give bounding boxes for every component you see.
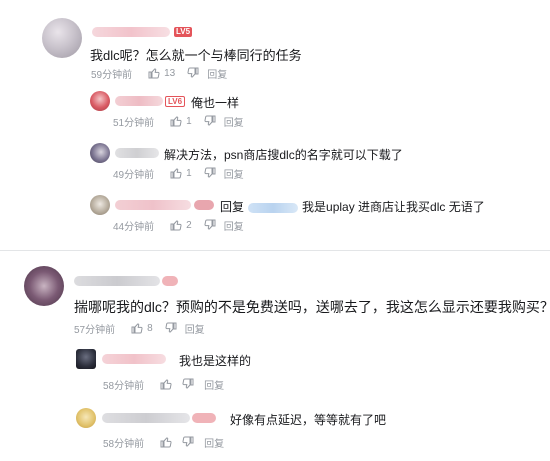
thumb-down-icon[interactable] (204, 167, 216, 179)
reply-text: 回复 我是uplay 进商店让我买dlc 无语了 (220, 198, 485, 215)
like-count: 8 (147, 322, 153, 334)
avatar[interactable] (76, 349, 96, 369)
thumb-down-icon[interactable] (204, 115, 216, 127)
reply-button[interactable]: 回复 (224, 218, 244, 233)
reply-content: 我是uplay 进商店让我买dlc 无语了 (302, 200, 485, 214)
avatar[interactable] (42, 18, 82, 58)
reply-text: 解决方法，psn商店搜dlc的名字就可以下载了 (164, 148, 403, 162)
like-count: 1 (186, 115, 192, 127)
reply-button[interactable]: 回复 (224, 166, 244, 181)
avatar[interactable] (76, 408, 96, 428)
like-count: 2 (186, 219, 192, 231)
comment-meta: 57分钟前 8 回复 (74, 321, 205, 336)
username-blurred[interactable] (102, 354, 166, 364)
thumb-up-icon[interactable] (170, 167, 182, 179)
reply-meta: 49分钟前 1 回复 (113, 166, 244, 181)
thumb-up-icon[interactable] (160, 436, 172, 448)
reply-text: 俺也一样 (191, 96, 240, 110)
comment-meta: 59分钟前 13 回复 (91, 66, 227, 81)
username-blurred[interactable] (115, 148, 159, 158)
username-blurred[interactable] (92, 27, 170, 37)
reply-time: 58分钟前 (103, 438, 145, 450)
username-blurred[interactable] (115, 200, 191, 210)
reply-text: 我也是这样的 (179, 354, 252, 368)
comment-time: 59分钟前 (91, 69, 133, 81)
like-count: 13 (164, 67, 176, 79)
reply-meta: 51分钟前 1 回复 (113, 114, 244, 129)
reply-meta: 44分钟前 2 回复 (113, 218, 244, 233)
thumb-up-icon[interactable] (148, 67, 160, 79)
like-count: 1 (186, 167, 192, 179)
reply-button[interactable]: 回复 (204, 435, 224, 450)
level-badge: LV5 (174, 27, 193, 37)
thumb-down-icon[interactable] (204, 219, 216, 231)
reply-button[interactable]: 回复 (185, 321, 205, 336)
reply-meta: 58分钟前 回复 (103, 377, 224, 392)
badge-blurred (192, 413, 216, 423)
comment-time: 57分钟前 (74, 324, 116, 336)
comment-text: 我dlc呢？怎么就一个与棒同行的任务 (90, 48, 302, 63)
reply-button[interactable]: 回复 (207, 66, 227, 81)
thumb-up-icon[interactable] (131, 322, 143, 334)
thumb-up-icon[interactable] (170, 115, 182, 127)
comment-section: LV5 我dlc呢？怎么就一个与棒同行的任务 59分钟前 13 回复 LV6 俺… (0, 0, 550, 461)
reply-prefix: 回复 (220, 200, 245, 214)
comment-text: 揣哪呢我的dlc？预购的不是免费送吗，送哪去了，我这怎么显示还要我购买？ (74, 299, 550, 315)
thumb-down-icon[interactable] (182, 436, 194, 448)
username-blurred[interactable] (102, 413, 190, 423)
reply-meta: 58分钟前 回复 (103, 435, 224, 450)
level-badge: LV6 (165, 96, 186, 107)
reply-time: 51分钟前 (113, 117, 155, 129)
badge-blurred (162, 276, 178, 286)
avatar[interactable] (90, 143, 110, 163)
badge-blurred (194, 200, 214, 210)
username-blurred[interactable] (74, 276, 160, 286)
reply-time: 49分钟前 (113, 169, 155, 181)
avatar[interactable] (24, 266, 64, 306)
reply-text: 好像有点延迟，等等就有了吧 (230, 413, 387, 427)
thumb-down-icon[interactable] (187, 67, 199, 79)
divider (0, 250, 550, 251)
reply-time: 58分钟前 (103, 380, 145, 392)
thumb-down-icon[interactable] (182, 378, 194, 390)
username-blurred[interactable] (115, 96, 163, 106)
thumb-up-icon[interactable] (170, 219, 182, 231)
thumb-up-icon[interactable] (160, 378, 172, 390)
avatar[interactable] (90, 195, 110, 215)
reply-button[interactable]: 回复 (204, 377, 224, 392)
reply-time: 44分钟前 (113, 221, 155, 233)
mention-blurred[interactable] (248, 202, 299, 213)
avatar[interactable] (90, 91, 110, 111)
thumb-down-icon[interactable] (165, 322, 177, 334)
reply-button[interactable]: 回复 (224, 114, 244, 129)
